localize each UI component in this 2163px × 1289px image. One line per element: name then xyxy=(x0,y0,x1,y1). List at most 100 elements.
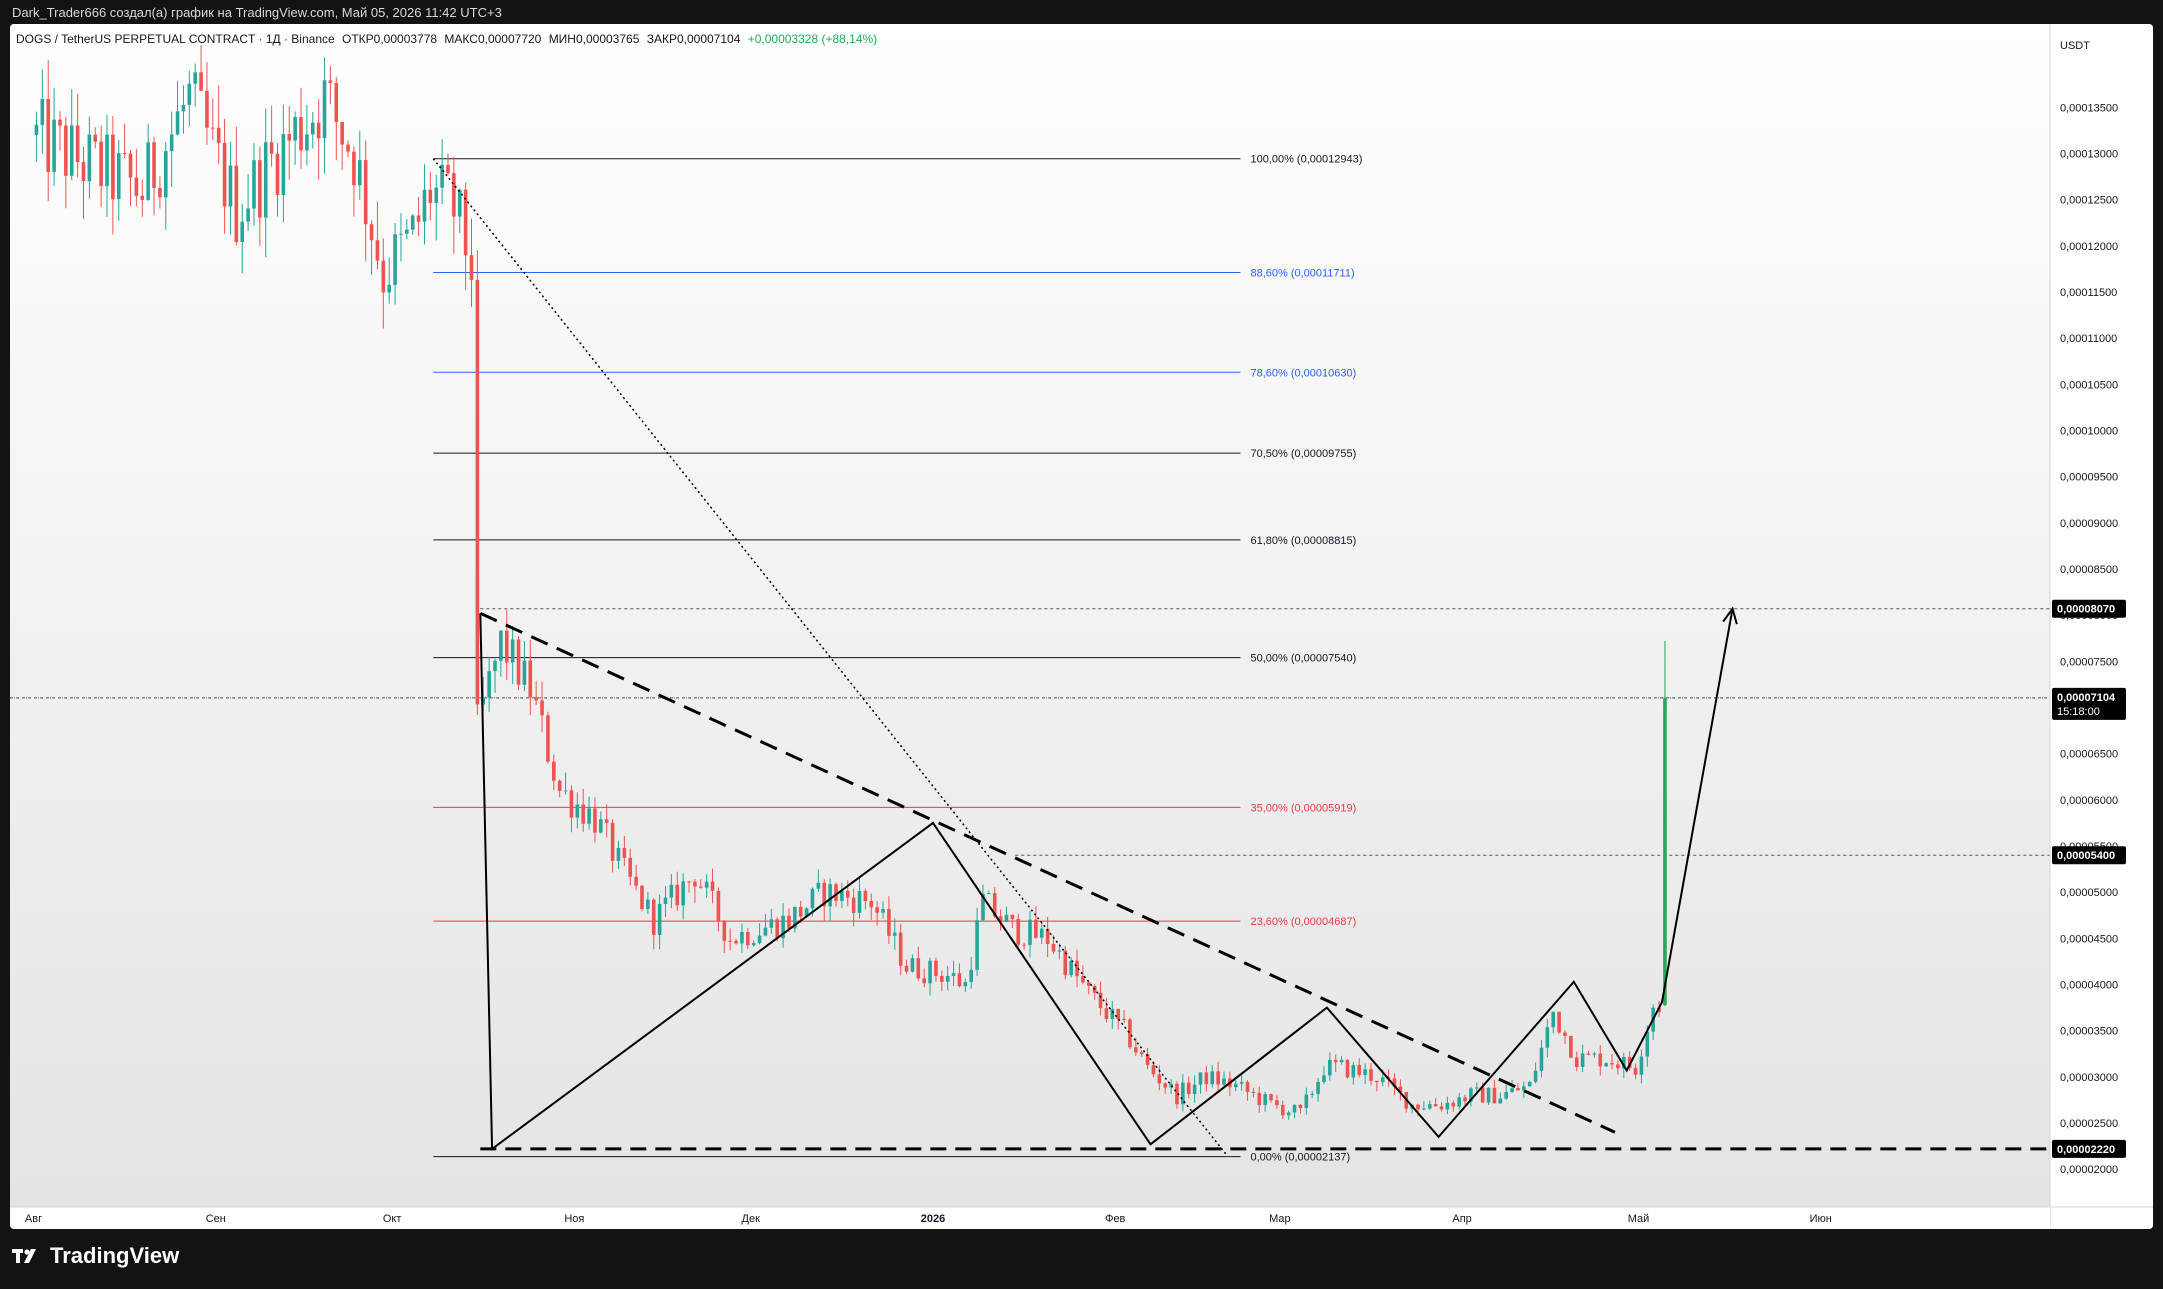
candle-body[interactable] xyxy=(1539,1047,1544,1071)
candle-body[interactable] xyxy=(205,90,209,128)
candle-body[interactable] xyxy=(693,881,697,887)
candle-body[interactable] xyxy=(216,127,221,143)
candle-body[interactable] xyxy=(416,215,421,222)
candle-body[interactable] xyxy=(816,882,821,889)
candle-body[interactable] xyxy=(1316,1081,1320,1095)
candle-body[interactable] xyxy=(552,761,556,781)
candle-body[interactable] xyxy=(534,697,538,701)
candle-body[interactable] xyxy=(663,897,668,904)
candle-body[interactable] xyxy=(211,127,215,129)
candle-body[interactable] xyxy=(1416,1104,1420,1110)
candle-body[interactable] xyxy=(546,715,550,762)
candle-body[interactable] xyxy=(228,165,233,207)
candle-body[interactable] xyxy=(187,83,192,105)
candle-body[interactable] xyxy=(1427,1104,1432,1109)
candle-body[interactable] xyxy=(169,134,174,152)
candle-body[interactable] xyxy=(246,208,250,222)
candle-body[interactable] xyxy=(810,888,815,909)
candle-body[interactable] xyxy=(687,881,691,883)
candle-body[interactable] xyxy=(1028,919,1032,945)
candle-body[interactable] xyxy=(1369,1069,1373,1081)
candle-body[interactable] xyxy=(258,160,262,218)
candle-body[interactable] xyxy=(234,165,239,243)
candle-body[interactable] xyxy=(99,141,103,187)
candle-body[interactable] xyxy=(651,899,656,935)
currency-label[interactable]: USDT xyxy=(2060,40,2090,52)
candle-body[interactable] xyxy=(704,881,709,888)
candle-body[interactable] xyxy=(845,890,850,898)
candle-body[interactable] xyxy=(740,932,744,944)
candle-body[interactable] xyxy=(1098,992,1103,1009)
candle-body[interactable] xyxy=(675,884,680,906)
candle-body[interactable] xyxy=(622,847,627,858)
candle-body[interactable] xyxy=(1345,1059,1350,1078)
candle-body[interactable] xyxy=(734,940,738,944)
candle-body[interactable] xyxy=(434,187,439,203)
candle-body[interactable] xyxy=(1574,1057,1579,1067)
candle-body[interactable] xyxy=(122,153,127,155)
candle-body[interactable] xyxy=(75,125,80,163)
candle-body[interactable] xyxy=(892,932,897,936)
candle-body[interactable] xyxy=(1598,1053,1603,1067)
candle-body[interactable] xyxy=(499,630,503,661)
candle-body[interactable] xyxy=(1498,1098,1503,1104)
candle-body[interactable] xyxy=(1551,1011,1556,1028)
time-axis[interactable]: Авг Сен Окт Ноя Дек 2026 Фев Мар Апр Май Июн xyxy=(10,1206,2153,1229)
candle-body[interactable] xyxy=(493,660,497,672)
candle-body[interactable] xyxy=(646,899,650,909)
candle-body[interactable] xyxy=(1310,1094,1314,1096)
price-chart[interactable]: 100,00% (0,00012943) 88,60% (0,00011711) 7… xyxy=(10,24,2153,1229)
candle-body[interactable] xyxy=(293,117,297,141)
candle-body[interactable] xyxy=(828,884,832,907)
candle-body[interactable] xyxy=(887,909,891,936)
candle-body[interactable] xyxy=(469,255,474,280)
candle-body[interactable] xyxy=(940,975,944,982)
candle-body[interactable] xyxy=(604,819,609,823)
candle-body[interactable] xyxy=(1186,1082,1191,1095)
candle-body[interactable] xyxy=(1198,1072,1203,1085)
candle-body[interactable] xyxy=(440,164,444,188)
candle-body[interactable] xyxy=(446,164,450,174)
candle-body[interactable] xyxy=(581,804,585,824)
candle-body[interactable] xyxy=(1328,1059,1332,1076)
candle-body[interactable] xyxy=(1580,1053,1585,1067)
candle-body[interactable] xyxy=(1134,1047,1138,1053)
candle-body[interactable] xyxy=(904,965,909,972)
candle-body[interactable] xyxy=(1433,1104,1438,1107)
tradingview-logo[interactable]: TradingView xyxy=(12,1243,179,1269)
candle-body[interactable] xyxy=(158,187,162,198)
candle-body[interactable] xyxy=(746,932,750,946)
candle-body[interactable] xyxy=(457,189,462,217)
candle-body[interactable] xyxy=(1463,1097,1467,1102)
candle-body[interactable] xyxy=(399,233,403,235)
candle-body[interactable] xyxy=(1151,1065,1156,1075)
candle-body[interactable] xyxy=(1057,950,1062,952)
candle-body[interactable] xyxy=(1263,1094,1267,1105)
candle-body[interactable] xyxy=(475,279,480,705)
candle-body[interactable] xyxy=(1163,1083,1168,1088)
candle-body[interactable] xyxy=(1504,1091,1508,1099)
candle-body[interactable] xyxy=(875,907,879,913)
candle-body[interactable] xyxy=(987,893,991,895)
candle-body[interactable] xyxy=(1351,1064,1356,1078)
candle-body[interactable] xyxy=(928,960,932,984)
candle-body[interactable] xyxy=(1022,944,1026,946)
chart-frame[interactable]: 100,00% (0,00012943) 88,60% (0,00011711) 7… xyxy=(10,24,2153,1229)
candle-body[interactable] xyxy=(863,890,868,901)
candle-body[interactable] xyxy=(1333,1059,1338,1063)
candle-body[interactable] xyxy=(569,790,574,818)
candle-body[interactable] xyxy=(1192,1084,1197,1095)
candle-body[interactable] xyxy=(387,284,391,293)
candle-body[interactable] xyxy=(599,819,603,833)
candle-body[interactable] xyxy=(881,909,885,913)
candle-body[interactable] xyxy=(728,940,732,942)
candle-body[interactable] xyxy=(857,890,862,913)
candle-body[interactable] xyxy=(487,671,491,698)
candle-body[interactable] xyxy=(193,72,197,84)
candle-body[interactable] xyxy=(910,958,915,972)
candle-body[interactable] xyxy=(140,195,145,200)
candle-body[interactable] xyxy=(240,221,245,243)
candle-body[interactable] xyxy=(369,224,374,241)
candle-body[interactable] xyxy=(1451,1102,1456,1107)
candle-body[interactable] xyxy=(1616,1064,1620,1069)
